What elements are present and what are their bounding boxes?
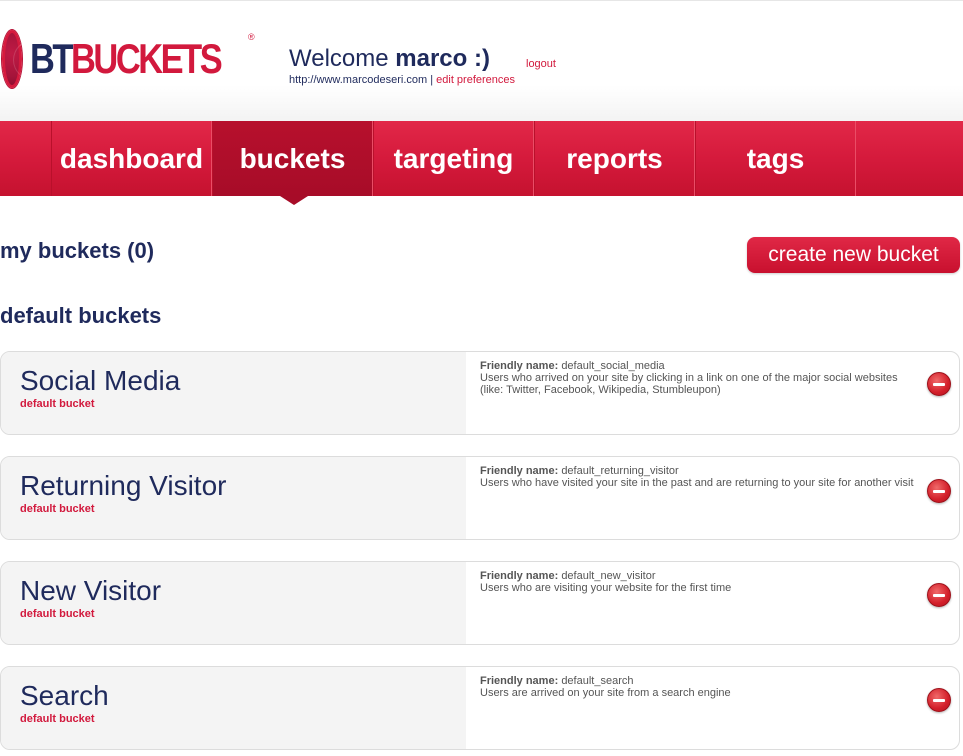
friendly-name-label: Friendly name: <box>480 675 559 687</box>
friendly-name-value: default_social_media <box>561 360 665 372</box>
bucket-type: default bucket <box>20 398 95 410</box>
active-tab-indicator <box>280 196 308 205</box>
registered-mark: ® <box>248 32 255 42</box>
edit-preferences-link[interactable]: edit preferences <box>436 74 515 86</box>
bucket-name[interactable]: Social Media <box>20 365 180 397</box>
nav-tab-tags[interactable]: tags <box>695 121 856 196</box>
remove-icon[interactable] <box>927 583 951 607</box>
bucket-card-social-media[interactable]: Social Media default bucket Friendly nam… <box>0 351 960 435</box>
friendly-name-value: default_new_visitor <box>561 570 656 582</box>
friendly-name-value: default_returning_visitor <box>561 465 679 477</box>
default-buckets-heading: default buckets <box>0 303 162 328</box>
welcome-prefix: Welcome <box>289 45 389 72</box>
main-nav: dashboard buckets targeting reports tags <box>0 121 963 196</box>
nav-tab-buckets[interactable]: buckets <box>212 121 373 196</box>
logo-circle-icon <box>2 30 57 88</box>
btbuckets-logo[interactable]: BTBUCKETS ® <box>2 28 262 90</box>
bucket-name[interactable]: Search <box>20 680 109 712</box>
logo-text: BTBUCKETS <box>29 35 223 82</box>
bucket-description: Friendly name: default_social_media User… <box>480 360 920 396</box>
bucket-description: Friendly name: default_new_visitor Users… <box>480 570 920 594</box>
bucket-description-text: Users who are visiting your website for … <box>480 582 732 594</box>
nav-tab-targeting[interactable]: targeting <box>373 121 534 196</box>
site-url: http://www.marcodeseri.com <box>289 74 428 86</box>
logo-text-bt: BT <box>29 35 73 82</box>
header: BTBUCKETS ® Welcome marco :) logout http… <box>0 0 963 121</box>
remove-icon[interactable] <box>927 479 951 503</box>
friendly-name-label: Friendly name: <box>480 360 559 372</box>
bucket-name[interactable]: Returning Visitor <box>20 470 226 502</box>
bucket-description-text: Users are arrived on your site from a se… <box>480 687 731 699</box>
bucket-card-returning-visitor[interactable]: Returning Visitor default bucket Friendl… <box>0 456 960 540</box>
welcome-message: Welcome marco :) <box>289 45 490 73</box>
friendly-name-label: Friendly name: <box>480 570 559 582</box>
nav-tab-dashboard[interactable]: dashboard <box>51 121 212 196</box>
bucket-description-text: Users who arrived on your site by clicki… <box>480 372 898 396</box>
my-buckets-heading: my buckets (0) <box>0 238 155 263</box>
bucket-type: default bucket <box>20 608 95 620</box>
remove-icon[interactable] <box>927 688 951 712</box>
bucket-description-text: Users who have visited your site in the … <box>480 477 914 489</box>
link-separator: | <box>430 74 434 86</box>
bucket-name[interactable]: New Visitor <box>20 575 161 607</box>
bucket-card-new-visitor[interactable]: New Visitor default bucket Friendly name… <box>0 561 960 645</box>
nav-tab-reports[interactable]: reports <box>534 121 695 196</box>
bucket-description: Friendly name: default_returning_visitor… <box>480 465 920 489</box>
bucket-type: default bucket <box>20 713 95 725</box>
user-links: http://www.marcodeseri.com | edit prefer… <box>289 74 515 86</box>
remove-icon[interactable] <box>927 372 951 396</box>
bucket-description: Friendly name: default_search Users are … <box>480 675 920 699</box>
logout-link[interactable]: logout <box>526 58 556 70</box>
friendly-name-label: Friendly name: <box>480 465 559 477</box>
friendly-name-value: default_search <box>561 675 634 687</box>
bucket-card-search[interactable]: Search default bucket Friendly name: def… <box>0 666 960 750</box>
bucket-type: default bucket <box>20 503 95 515</box>
create-new-bucket-button[interactable]: create new bucket <box>747 237 960 273</box>
welcome-username: marco :) <box>395 45 490 72</box>
logo-text-buckets: BUCKETS <box>70 35 223 82</box>
